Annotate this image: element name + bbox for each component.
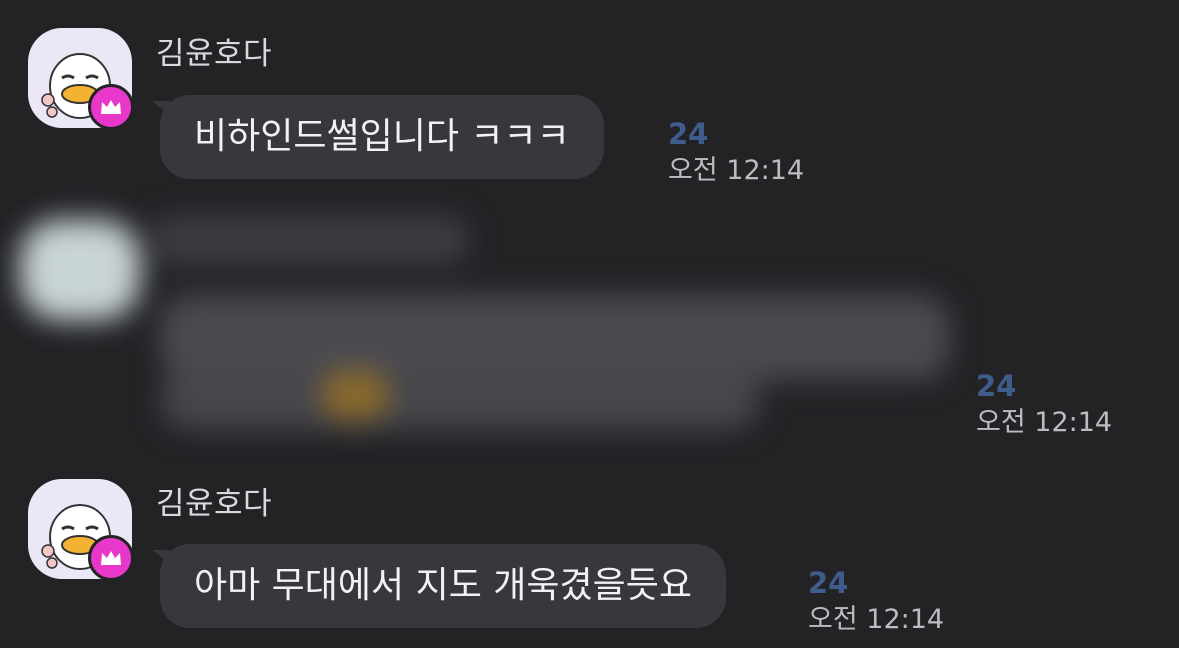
avatar[interactable] xyxy=(28,479,134,581)
message-meta: 24 오전 12:14 xyxy=(976,369,1112,439)
crown-badge xyxy=(88,535,134,581)
message-time: 오전 12:14 xyxy=(808,604,945,635)
unread-count: 24 xyxy=(976,369,1017,403)
unread-count: 24 xyxy=(808,566,849,600)
crown-badge xyxy=(88,84,134,130)
avatar[interactable] xyxy=(28,28,134,130)
message-time: 오전 12:14 xyxy=(668,155,805,186)
message-meta: 24 오전 12:14 xyxy=(668,117,804,187)
blurred-message xyxy=(0,200,970,460)
unread-count: 24 xyxy=(668,117,709,151)
crown-icon xyxy=(101,551,121,565)
sender-name: 김윤호다 xyxy=(156,486,273,522)
crown-icon xyxy=(101,100,121,114)
message-bubble[interactable]: 비하인드썰입니다 ㅋㅋㅋ xyxy=(160,95,604,179)
message-time: 오전 12:14 xyxy=(976,407,1113,438)
sender-name: 김윤호다 xyxy=(156,36,273,72)
message-meta: 24 오전 12:14 xyxy=(808,566,944,636)
message-bubble[interactable]: 아마 무대에서 지도 개욱겼을듯요 xyxy=(160,544,727,628)
chat-room: 김윤호다 비하인드썰입니다 ㅋㅋㅋ 24 오전 12:14 24 오전 12:1… xyxy=(0,0,1179,648)
